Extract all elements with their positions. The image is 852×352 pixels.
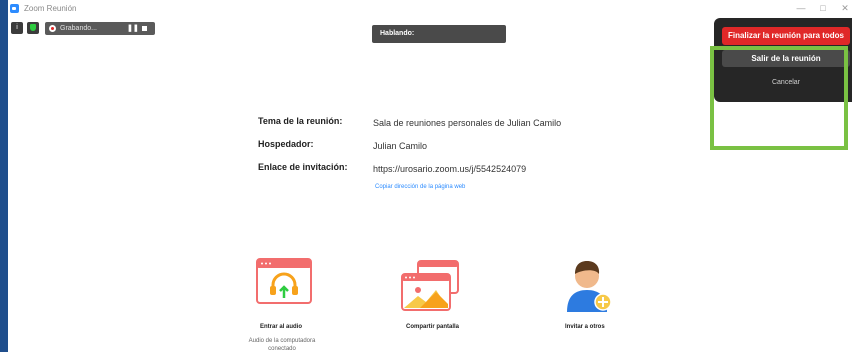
topic-label: Tema de la reunión: xyxy=(258,116,343,126)
add-person-icon xyxy=(567,261,612,312)
join-audio-button[interactable] xyxy=(256,258,312,309)
leave-meeting-button[interactable]: Salir de la reunión xyxy=(722,50,850,67)
audio-status-line2: conectado xyxy=(268,346,296,352)
recording-indicator: Grabando... ❚❚ xyxy=(45,22,155,35)
stop-recording-icon[interactable] xyxy=(142,26,147,31)
invite-label: Enlace de invitación: xyxy=(258,162,348,172)
maximize-icon[interactable]: □ xyxy=(816,2,830,14)
recording-label: Grabando... xyxy=(60,25,97,32)
invite-value: https://urosario.zoom.us/j/5542524079 xyxy=(373,164,527,174)
headphones-icon xyxy=(256,258,312,304)
share-screen-icon xyxy=(401,260,459,311)
close-icon[interactable]: ✕ xyxy=(838,2,852,14)
audio-status: Audio de la computadora conectado xyxy=(232,337,332,352)
minimize-icon[interactable]: — xyxy=(794,2,808,14)
pause-recording-icon[interactable]: ❚❚ xyxy=(127,22,139,35)
zoom-app-icon xyxy=(10,4,19,13)
cancel-button[interactable]: Cancelar xyxy=(722,76,850,90)
invite-others-label: Invitar a otros xyxy=(565,324,605,330)
window-title: Zoom Reunión xyxy=(24,4,77,13)
audio-status-line1: Audio de la computadora xyxy=(248,338,316,344)
topic-value: Sala de reuniones personales de Julian C… xyxy=(373,118,562,128)
shield-icon xyxy=(30,24,36,31)
record-icon xyxy=(49,25,56,32)
title-bar: Zoom Reunión — □ ✕ xyxy=(8,0,852,18)
speaking-indicator: Hablando: xyxy=(372,25,506,43)
copy-link[interactable]: Copiar dirección de la página web xyxy=(375,184,465,190)
share-screen-button[interactable] xyxy=(400,260,460,317)
host-label: Hospedador: xyxy=(258,139,314,149)
info-icon[interactable]: i xyxy=(11,22,23,34)
end-meeting-for-all-button[interactable]: Finalizar la reunión para todos xyxy=(722,27,850,45)
join-audio-label: Entrar al audio xyxy=(260,324,303,330)
security-shield-icon[interactable] xyxy=(27,22,39,34)
host-value: Julian Camilo xyxy=(373,141,428,151)
invite-others-button[interactable] xyxy=(563,258,615,319)
end-meeting-menu: Finalizar la reunión para todos Salir de… xyxy=(714,18,852,102)
share-screen-label: Compartir pantalla xyxy=(406,324,460,330)
